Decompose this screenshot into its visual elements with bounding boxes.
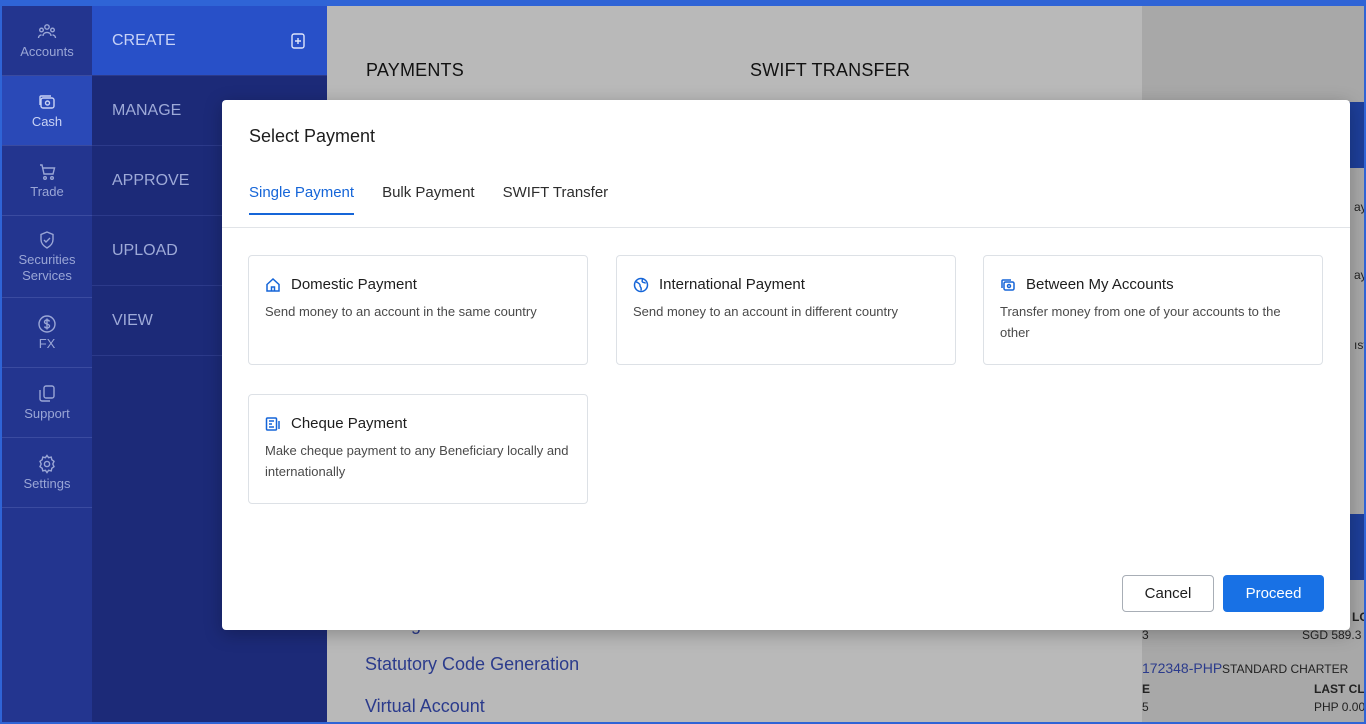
card-domestic-payment[interactable]: Domestic Payment Send money to an accoun…	[248, 255, 588, 365]
card-description: Make cheque payment to any Beneficiary l…	[265, 443, 569, 479]
card-between-my-accounts[interactable]: Between My Accounts Transfer money from …	[983, 255, 1323, 365]
subnav-label: CREATE	[112, 31, 176, 49]
menu-link-virtual-account[interactable]: Virtual Account	[365, 696, 485, 717]
panel-text: LO	[1352, 610, 1364, 624]
wallet-icon	[1001, 278, 1015, 291]
card-title: Domestic Payment	[291, 276, 417, 293]
card-cheque-payment[interactable]: Cheque Payment Make cheque payment to an…	[248, 394, 588, 504]
card-description: Send money to an account in the same cou…	[265, 304, 537, 319]
cheque-icon	[265, 416, 280, 431]
tab-bulk-payment[interactable]: Bulk Payment	[382, 184, 475, 215]
heading-payments: PAYMENTS	[366, 60, 464, 80]
cash-icon	[39, 94, 55, 109]
card-description: Transfer money from one of your accounts…	[1000, 304, 1281, 340]
home-icon	[266, 277, 280, 292]
panel-text: ay	[1354, 268, 1366, 282]
card-international-payment[interactable]: International Payment Send money to an a…	[616, 255, 956, 365]
rail-item-accounts[interactable]: Accounts	[2, 6, 92, 76]
shield-icon	[40, 230, 54, 249]
rail-label: Accounts	[20, 43, 74, 59]
tab-single-payment[interactable]: Single Payment	[249, 184, 355, 215]
rail-label: Cash	[31, 113, 63, 129]
panel-text: ayı	[1354, 200, 1364, 214]
tab-swift-transfer[interactable]: SWIFT Transfer	[503, 184, 609, 215]
heading-swift-transfer: SWIFT TRANSFER	[750, 60, 911, 80]
proceed-button[interactable]: Proceed	[1223, 575, 1324, 612]
cancel-button[interactable]: Cancel	[1122, 575, 1214, 612]
rail-item-securities[interactable]: Securities Services	[2, 216, 92, 298]
rail-item-settings[interactable]: Settings	[2, 438, 92, 508]
subnav-label: MANAGE	[112, 101, 182, 119]
rail-item-trade[interactable]: Trade	[2, 146, 92, 216]
panel-text: SGD 589.3	[1302, 628, 1362, 642]
rail-label: FX	[38, 335, 56, 351]
panel-text: PHP 0.00	[1314, 700, 1366, 714]
account-link[interactable]: 172348-PHP	[1142, 660, 1222, 676]
rail-item-support[interactable]: Support	[2, 368, 92, 438]
rail-label: Support	[24, 405, 70, 421]
rail-label: Settings	[23, 475, 71, 491]
subnav-label: VIEW	[112, 311, 153, 329]
rail-label: Trade	[30, 183, 64, 199]
gear-icon	[39, 453, 55, 474]
tab-divider	[222, 227, 1350, 228]
support-icon	[39, 384, 55, 402]
subnav-label: APPROVE	[112, 171, 190, 189]
accounts-icon	[37, 23, 57, 38]
add-file-icon[interactable]	[289, 32, 307, 50]
panel-text: 5	[1142, 700, 1149, 714]
modal-title: Select Payment	[249, 126, 376, 146]
rail-label: Securities Services	[18, 251, 76, 283]
cart-icon	[40, 163, 56, 180]
menu-link-statutory-code[interactable]: Statutory Code Generation	[365, 654, 579, 675]
panel-text: E	[1142, 682, 1151, 696]
panel-text: STANDARD CHARTER	[1222, 662, 1349, 676]
icon-rail: Accounts Cash Trade Securities Services …	[2, 6, 92, 722]
card-title: Cheque Payment	[291, 415, 407, 432]
select-payment-modal: Select Payment Single Payment Bulk Payme…	[222, 100, 1350, 630]
dollar-icon	[38, 314, 56, 333]
rail-item-fx[interactable]: FX	[2, 298, 92, 368]
panel-text: LAST CLO	[1314, 682, 1365, 696]
card-title: International Payment	[659, 276, 805, 293]
panel-text: 3	[1142, 628, 1149, 642]
globe-icon	[633, 277, 649, 292]
card-description: Send money to an account in different co…	[633, 304, 898, 319]
subnav-label: UPLOAD	[112, 241, 178, 259]
panel-text: ıst	[1354, 338, 1366, 352]
payment-tabs: Single Payment Bulk Payment SWIFT Transf…	[249, 184, 636, 215]
subnav-item-create[interactable]: CREATE	[92, 6, 327, 76]
card-title: Between My Accounts	[1026, 276, 1174, 293]
app-frame: Accounts Cash Trade Securities Services …	[0, 0, 1366, 724]
rail-item-cash[interactable]: Cash	[2, 76, 92, 146]
